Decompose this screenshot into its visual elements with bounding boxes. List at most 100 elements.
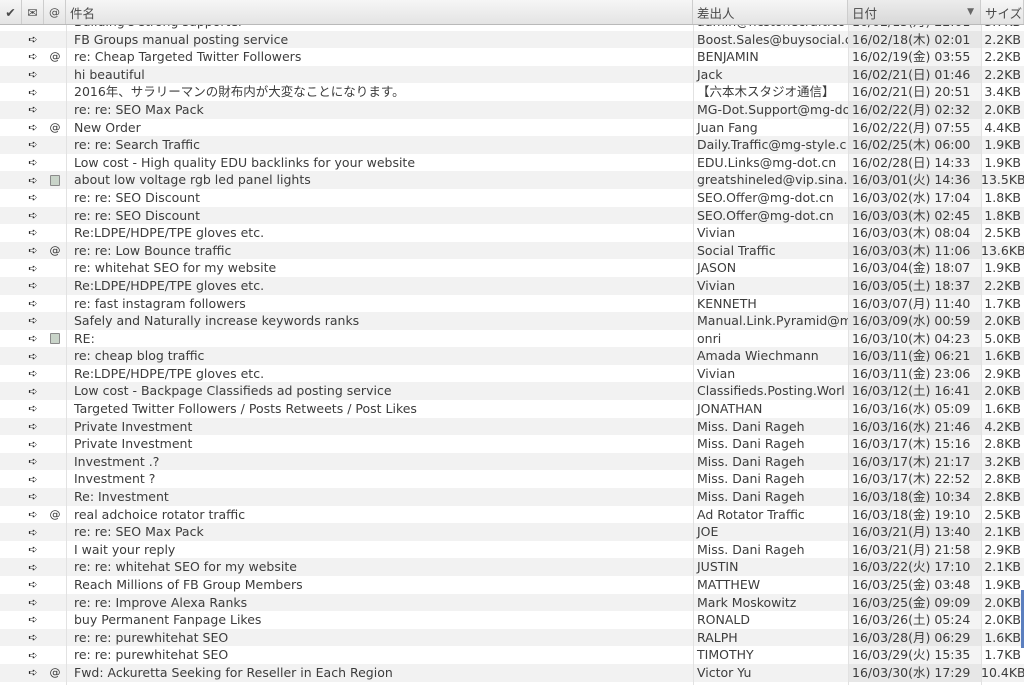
message-row[interactable]: ➪ re: re: purewhitehat SEO TIMOTHY 16/03/29… — [0, 646, 1024, 664]
column-header-subject[interactable]: 件名 — [66, 0, 693, 24]
mark-cell[interactable] — [0, 629, 22, 647]
mark-cell[interactable] — [0, 242, 22, 260]
status-cell[interactable]: ➪ — [22, 242, 44, 260]
status-cell[interactable]: ➪ — [22, 611, 44, 629]
mark-cell[interactable] — [0, 382, 22, 400]
mark-cell[interactable] — [0, 101, 22, 119]
mark-cell[interactable] — [0, 330, 22, 348]
message-row[interactable]: ➪ @ re: Cheap Targeted Twitter Followers BE… — [0, 48, 1024, 66]
status-cell[interactable]: ➪ — [22, 629, 44, 647]
mark-cell[interactable] — [0, 470, 22, 488]
mark-cell[interactable] — [0, 154, 22, 172]
message-row[interactable]: ➪ re: re: SEO Discount SEO.Offer@mg-dot.cn… — [0, 206, 1024, 225]
message-row[interactable]: ➪ Private Investment Miss. Dani Rageh 16/03… — [0, 435, 1024, 453]
mark-cell[interactable] — [0, 295, 22, 313]
mark-cell[interactable] — [0, 83, 22, 101]
mark-cell[interactable] — [0, 347, 22, 365]
message-row[interactable]: ➪ Low cost - High quality EDU backlinks f… — [0, 153, 1024, 172]
message-row[interactable]: ➪ @ New Order Juan Fang 16/02/22(月) 07:55 4.4… — [0, 118, 1024, 137]
column-header-from[interactable]: 差出人 — [693, 0, 848, 24]
message-row[interactable]: ➪ Re: Investment Miss. Dani Rageh 16/03/18(… — [0, 488, 1024, 506]
status-cell[interactable]: ➪ — [22, 470, 44, 488]
message-row[interactable]: ➪ Safely and Naturally increase keywords … — [0, 312, 1024, 330]
status-cell[interactable]: ➪ — [22, 101, 44, 119]
message-row[interactable]: ➪ re: re: SEO Max Pack JOE 16/03/21(月) 13:4… — [0, 523, 1024, 541]
message-row[interactable]: ➪ re: re: SEO Discount SEO.Offer@mg-dot.cn… — [0, 188, 1024, 207]
message-row[interactable]: ➪ re: re: SEO Max Pack MG-Dot.Support@mg-d… — [0, 100, 1024, 119]
mark-cell[interactable] — [0, 224, 22, 242]
mark-cell[interactable] — [0, 594, 22, 612]
status-cell[interactable]: ➪ — [22, 277, 44, 295]
mark-cell[interactable] — [0, 576, 22, 594]
mark-cell[interactable] — [0, 66, 22, 84]
status-cell[interactable]: ➪ — [22, 558, 44, 576]
column-header-attachment[interactable]: @ — [44, 0, 66, 24]
message-row[interactable]: ➪ Private Investment Miss. Dani Rageh 16/03… — [0, 417, 1024, 436]
mark-cell[interactable] — [0, 277, 22, 295]
message-row[interactable]: ➪ re: re: Search Traffic Daily.Traffic@mg-… — [0, 136, 1024, 154]
mark-cell[interactable] — [0, 48, 22, 66]
status-cell[interactable]: ➪ — [22, 207, 44, 225]
message-row[interactable]: ➪ buy Permanent Fanpage Likes RONALD 16/03/… — [0, 611, 1024, 629]
mark-cell[interactable] — [0, 611, 22, 629]
message-row[interactable]: ➪ @ Fwd: Ackuretta Seeking for Reseller in… — [0, 663, 1024, 682]
status-cell[interactable]: ➪ — [22, 506, 44, 524]
status-cell[interactable]: ➪ — [22, 224, 44, 242]
message-row[interactable]: ➪ Investment ? Miss. Dani Rageh 16/03/17(木)… — [0, 470, 1024, 489]
message-row[interactable]: ➪ Investment .? Miss. Dani Rageh 16/03/17(木… — [0, 452, 1024, 471]
status-cell[interactable]: ➪ — [22, 83, 44, 101]
mark-cell[interactable] — [0, 312, 22, 330]
status-cell[interactable]: ➪ — [22, 312, 44, 330]
mark-cell[interactable] — [0, 506, 22, 524]
message-row[interactable]: ➪ Re:LDPE/HDPE/TPE gloves etc. Vivian 16/03… — [0, 276, 1024, 295]
mark-cell[interactable] — [0, 171, 22, 189]
message-row[interactable]: ➪ RE: onri 16/03/10(木) 04:23 5.0KB — [0, 329, 1024, 348]
mark-cell[interactable] — [0, 664, 22, 682]
status-cell[interactable]: ➪ — [22, 382, 44, 400]
status-cell[interactable]: ➪ — [22, 365, 44, 383]
message-row[interactable]: ➪ I wait your reply Miss. Dani Rageh 16/03/… — [0, 540, 1024, 559]
message-row[interactable]: ➪ re: re: Improve Alexa Ranks Mark Moskowi… — [0, 593, 1024, 612]
status-cell[interactable]: ➪ — [22, 136, 44, 154]
message-row[interactable]: ➪ @ real adchoice rotator traffic Ad Rotato… — [0, 505, 1024, 524]
message-row[interactable]: ➪ re: whitehat SEO for my website JASON 16/… — [0, 259, 1024, 277]
status-cell[interactable]: ➪ — [22, 295, 44, 313]
status-cell[interactable]: ➪ — [22, 400, 44, 418]
mark-cell[interactable] — [0, 189, 22, 207]
status-cell[interactable]: ➪ — [22, 523, 44, 541]
message-row[interactable]: ➪ re: fast instagram followers KENNETH 16/0… — [0, 294, 1024, 313]
status-cell[interactable]: ➪ — [22, 189, 44, 207]
message-row[interactable]: ➪ Re:LDPE/HDPE/TPE gloves etc. Vivian 16/03… — [0, 364, 1024, 383]
column-header-mark[interactable]: ✔ — [0, 0, 22, 24]
mark-cell[interactable] — [0, 541, 22, 559]
status-cell[interactable]: ➪ — [22, 435, 44, 453]
message-row[interactable]: ➪ Reach Millions of FB Group Members MATTH… — [0, 576, 1024, 594]
mark-cell[interactable] — [0, 558, 22, 576]
mark-cell[interactable] — [0, 259, 22, 277]
status-cell[interactable]: ➪ — [22, 664, 44, 682]
message-row[interactable]: ➪ 2016年、サラリーマンの財布内が大変なことになります。 【六本木スタジオ通信】… — [0, 83, 1024, 101]
status-cell[interactable]: ➪ — [22, 576, 44, 594]
status-cell[interactable]: ➪ — [22, 119, 44, 137]
message-row[interactable]: ➪ re: re: whitehat SEO for my website JUST… — [0, 558, 1024, 576]
mark-cell[interactable] — [0, 31, 22, 49]
mark-cell[interactable] — [0, 435, 22, 453]
column-header-status[interactable]: ✉ — [22, 0, 44, 24]
column-header-size[interactable]: サイズ — [981, 0, 1024, 24]
mark-cell[interactable] — [0, 400, 22, 418]
status-cell[interactable]: ➪ — [22, 488, 44, 506]
status-cell[interactable]: ➪ — [22, 347, 44, 365]
mark-cell[interactable] — [0, 418, 22, 436]
status-cell[interactable]: ➪ — [22, 31, 44, 49]
mark-cell[interactable] — [0, 365, 22, 383]
status-cell[interactable]: ➪ — [22, 259, 44, 277]
message-row[interactable]: ➪ FB Groups manual posting service Boost.S… — [0, 30, 1024, 49]
status-cell[interactable]: ➪ — [22, 48, 44, 66]
status-cell[interactable]: ➪ — [22, 418, 44, 436]
mark-cell[interactable] — [0, 207, 22, 225]
column-header-date[interactable]: 日付 ▼ — [848, 0, 981, 24]
status-cell[interactable]: ➪ — [22, 646, 44, 664]
status-cell[interactable]: ➪ — [22, 594, 44, 612]
mark-cell[interactable] — [0, 523, 22, 541]
message-row[interactable]: ➪ Targeted Twitter Followers / Posts Retw… — [0, 400, 1024, 418]
